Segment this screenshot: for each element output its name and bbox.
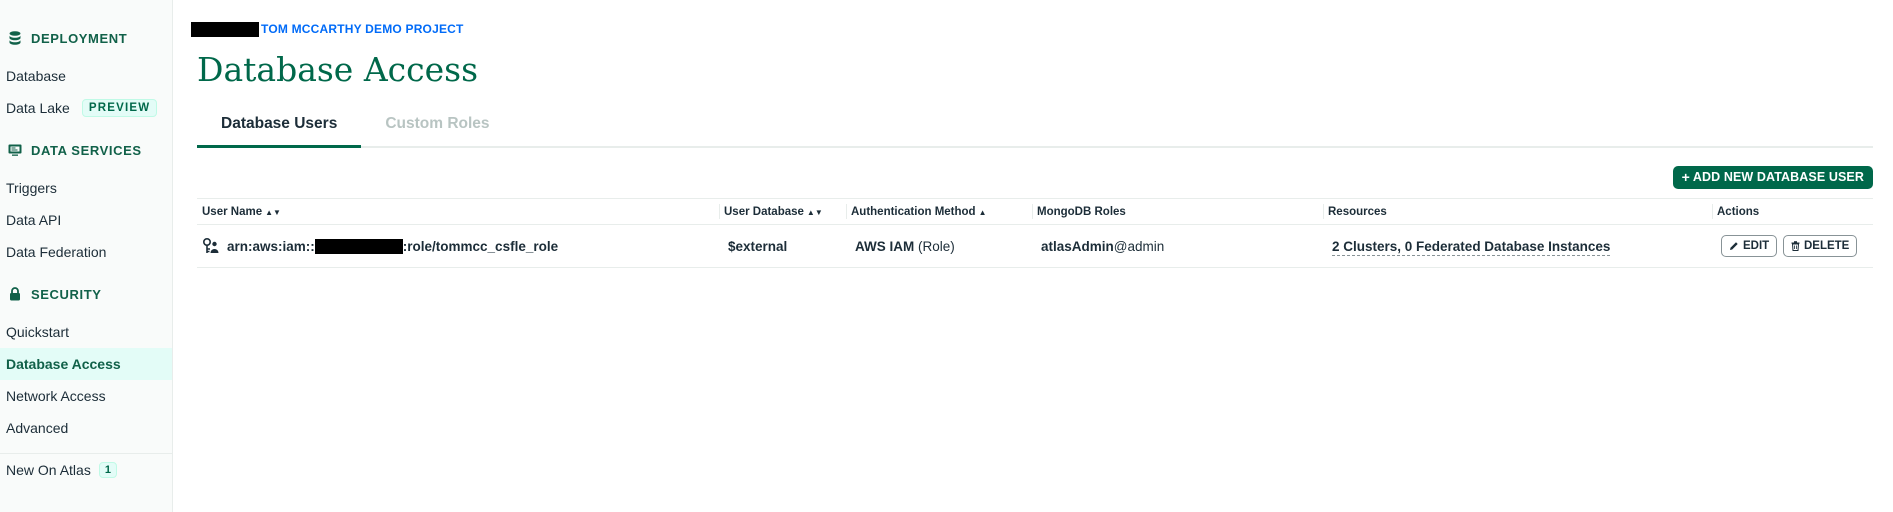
trash-icon [1791, 241, 1800, 251]
add-new-database-user-button[interactable]: + ADD NEW DATABASE USER [1672, 165, 1873, 189]
add-button-label: ADD NEW DATABASE USER [1692, 170, 1864, 184]
table-row: arn:aws:iam:: :role/tommcc_csfle_role $e… [197, 224, 1873, 268]
monitor-icon [8, 143, 22, 157]
auth-method-type: (Role) [918, 238, 955, 254]
sidebar-item-new-on-atlas[interactable]: New On Atlas 1 [0, 454, 172, 486]
sidebar-section-deployment: DEPLOYMENT [0, 28, 172, 48]
pencil-icon [1729, 241, 1739, 251]
auth-method-name: AWS IAM [855, 238, 915, 254]
app-root: DEPLOYMENT Database Data Lake PREVIEW DAT… [0, 0, 1893, 512]
sidebar-item-label: Data Federation [6, 244, 107, 260]
edit-button-label: EDIT [1743, 240, 1770, 252]
sidebar-item-label: Database Access [6, 356, 121, 372]
column-header-resources: Resources [1323, 198, 1712, 225]
database-users-table: User Name ▲▼ User Database ▲▼ Authenticati… [197, 198, 1873, 268]
cell-actions: EDIT DELETE [1712, 224, 1873, 268]
cell-user-name: arn:aws:iam:: :role/tommcc_csfle_role [197, 224, 719, 268]
sidebar-section-title: DEPLOYMENT [31, 30, 128, 46]
column-header-user-database[interactable]: User Database ▲▼ [719, 198, 846, 225]
new-count-badge: 1 [98, 462, 117, 478]
edit-button[interactable]: EDIT [1721, 235, 1778, 257]
cell-auth-method: AWS IAM (Role) [846, 224, 1032, 268]
column-header-actions: Actions [1712, 198, 1873, 225]
sidebar-item-database[interactable]: Database [0, 60, 172, 92]
sidebar-item-label: Quickstart [6, 324, 70, 340]
column-header-authentication-method[interactable]: Authentication Method ▲ [846, 198, 1032, 225]
main-content: TOM MCCARTHY DEMO PROJECT Database Acces… [173, 0, 1893, 512]
plus-icon: + [1681, 169, 1690, 185]
cell-mongodb-roles: atlasAdmin@admin [1032, 224, 1323, 268]
sort-icon: ▲▼ [806, 207, 823, 217]
aws-iam-user-icon [202, 237, 220, 255]
breadcrumb: TOM MCCARTHY DEMO PROJECT [191, 20, 1873, 38]
tab-database-users[interactable]: Database Users [197, 106, 362, 148]
redacted-organization [191, 21, 259, 37]
page-title: Database Access [197, 50, 479, 89]
sort-ascending-icon: ▲ [978, 207, 987, 217]
column-header-user-name[interactable]: User Name ▲▼ [197, 198, 719, 225]
tab-custom-roles[interactable]: Custom Roles [361, 106, 513, 146]
breadcrumb-project-link[interactable]: TOM MCCARTHY DEMO PROJECT [261, 22, 464, 36]
sidebar-item-label: Network Access [6, 388, 106, 404]
sidebar-item-network-access[interactable]: Network Access [0, 380, 172, 412]
sidebar-item-data-lake[interactable]: Data Lake PREVIEW [0, 92, 172, 124]
tab-bar: Database Users Custom Roles [197, 106, 1873, 148]
sidebar-item-quickstart[interactable]: Quickstart [0, 316, 172, 348]
cell-user-database: $external [719, 224, 846, 268]
sidebar-section-data-services: DATA SERVICES [0, 140, 172, 160]
delete-button[interactable]: DELETE [1782, 235, 1858, 257]
cell-resources: 2 Clusters, 0 Federated Database Instanc… [1323, 224, 1712, 268]
sidebar-item-advanced[interactable]: Advanced [0, 412, 172, 444]
role-name: atlasAdmin [1041, 238, 1114, 254]
sidebar-section-title: SECURITY [31, 286, 102, 302]
toolbar: + ADD NEW DATABASE USER [197, 160, 1873, 194]
redacted-account-id [314, 238, 403, 254]
sidebar-item-data-api[interactable]: Data API [0, 204, 172, 236]
preview-badge: PREVIEW [81, 99, 158, 117]
user-name-suffix: :role/tommcc_csfle_role [402, 238, 559, 254]
table-header-row: User Name ▲▼ User Database ▲▼ Authenticati… [197, 198, 1873, 225]
sidebar-section-title: DATA SERVICES [31, 142, 142, 158]
sidebar-item-triggers[interactable]: Triggers [0, 172, 172, 204]
sidebar-item-label: Data Lake [6, 100, 70, 116]
column-header-mongodb-roles: MongoDB Roles [1032, 198, 1323, 225]
role-database: @admin [1113, 238, 1165, 254]
sidebar-item-label: Data API [6, 212, 62, 228]
sidebar-item-database-access[interactable]: Database Access [0, 348, 172, 380]
lock-icon [8, 287, 22, 301]
sidebar: DEPLOYMENT Database Data Lake PREVIEW DAT… [0, 0, 173, 512]
sidebar-item-label: Triggers [6, 180, 57, 196]
sort-icon: ▲▼ [265, 207, 281, 217]
sidebar-item-label: Database [6, 68, 66, 84]
delete-button-label: DELETE [1803, 240, 1850, 252]
resources-link[interactable]: 2 Clusters, 0 Federated Database Instanc… [1332, 238, 1611, 256]
sidebar-item-label: Advanced [6, 420, 69, 436]
sidebar-item-label: New On Atlas [6, 462, 91, 478]
user-name-prefix: arn:aws:iam:: [227, 238, 315, 254]
sidebar-item-data-federation[interactable]: Data Federation [0, 236, 172, 268]
database-stack-icon [8, 31, 22, 45]
sidebar-section-security: SECURITY [0, 284, 172, 304]
